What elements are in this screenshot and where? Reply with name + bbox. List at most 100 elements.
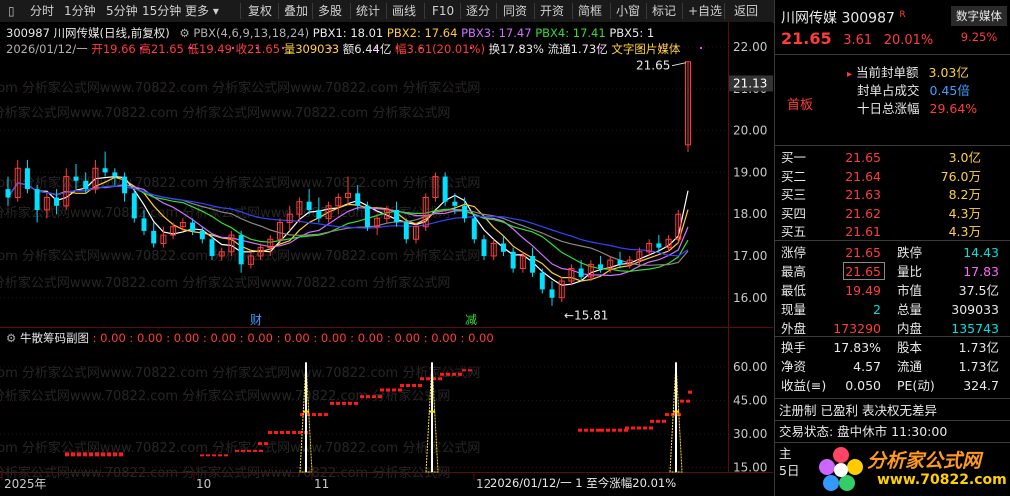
- candle-body: [306, 201, 312, 211]
- candle-body: [510, 251, 516, 269]
- tb-kaizi[interactable]: 开资: [540, 3, 564, 19]
- buy-level-label: 买四: [781, 205, 807, 221]
- chip-bar: [392, 388, 396, 392]
- y-tick-label: 17.00: [733, 249, 767, 263]
- chip-bar: [600, 428, 604, 432]
- pbx2-value: PBX2: 17.64: [386, 26, 458, 40]
- watermark-text: com 分析家公式网www.70822.com 分析家公式网www.70822.…: [0, 365, 480, 381]
- buy-level-label: 买三: [781, 187, 807, 202]
- chip-bar: [631, 426, 635, 430]
- candle-body: [549, 289, 555, 298]
- price-change-pct: 20.01%: [883, 33, 934, 48]
- industry-tag[interactable]: 数字媒体: [951, 6, 1007, 26]
- buy-level-volume: 4.3万: [948, 205, 981, 221]
- tb-adjust[interactable]: 复权: [248, 3, 272, 19]
- chip-bar: [662, 419, 666, 423]
- buy-level-volume: 8.2万: [948, 187, 981, 202]
- chip-bar: [412, 383, 416, 387]
- chip-bar: [420, 377, 424, 381]
- chip-bar: [107, 452, 111, 457]
- tb-f10[interactable]: F10: [432, 3, 454, 19]
- watermark-text: com 分析家公式网www.70822.com 分析家公式网www.70822.…: [0, 105, 450, 121]
- chart-title: 300987 川网传媒(日线,前复权): [6, 26, 170, 40]
- stat-value: 19.49: [845, 283, 881, 298]
- stat-value: 37.5亿: [958, 283, 999, 298]
- stock-header: 川网传媒 300987 R: [781, 6, 906, 27]
- tb-small-window[interactable]: 小窗: [616, 3, 640, 19]
- candle-body: [199, 230, 205, 240]
- x-status: 2026/01/12/一 1 至今涨幅20.01%: [490, 476, 677, 490]
- y-tick-label: 16.00: [733, 291, 767, 305]
- candle-body: [598, 264, 604, 269]
- chip-bar: [618, 428, 622, 432]
- first-board-label: 首板: [787, 98, 814, 113]
- bar-open: 开19.66: [91, 42, 136, 56]
- tb-stats[interactable]: 统计: [356, 3, 380, 19]
- kline-chart[interactable]: com 分析家公式网www.70822.com 分析家公式网www.70822.…: [0, 22, 773, 496]
- chip-bar: [235, 449, 239, 452]
- tb-back[interactable]: 返回: [734, 3, 758, 19]
- tb-zhufen[interactable]: 逐分: [466, 3, 490, 19]
- candle-body: [102, 168, 108, 173]
- pbx-settings-icon[interactable]: ⚙: [179, 26, 189, 40]
- chip-bar: [398, 388, 402, 392]
- tb-add-watch[interactable]: +自选: [688, 3, 722, 19]
- tb-more[interactable]: 更多 ▾: [185, 3, 219, 19]
- tb-15min[interactable]: 15分钟: [142, 3, 181, 19]
- y-tick-label: 19.00: [733, 165, 767, 179]
- candle-body: [83, 180, 89, 190]
- tb-intraday[interactable]: 分时: [30, 3, 54, 19]
- chip-bar: [596, 428, 600, 432]
- candle-body: [151, 230, 157, 244]
- chip-bar: [71, 452, 75, 457]
- industry-pct: 9.25%: [960, 30, 998, 44]
- seal-amount-row: ▸ 当前封单额 3.03亿: [847, 65, 969, 80]
- bar-volume: 量309033: [283, 42, 340, 56]
- sub-y-tick-label: 15.00: [733, 461, 767, 475]
- chip-bar: [253, 449, 257, 452]
- indicator-settings-icon[interactable]: ⚙: [6, 331, 16, 345]
- stat-value: 309033: [951, 302, 999, 317]
- tb-tongzi[interactable]: 同资: [503, 3, 527, 19]
- y-tick-label: 20.00: [733, 124, 767, 138]
- chip-bar: [360, 395, 364, 399]
- candle-body: [617, 260, 623, 265]
- logo-url: www.70822.com: [877, 472, 1007, 488]
- chip-bar: [218, 454, 222, 457]
- tb-multi[interactable]: 多股: [318, 3, 342, 19]
- bar-low: 低19.49: [187, 42, 232, 56]
- chip-bar: [650, 419, 654, 423]
- chip-bar: [649, 426, 653, 430]
- candle-body: [5, 189, 11, 198]
- stat-value: 21.65: [845, 245, 881, 260]
- x-tick-label: 10: [196, 477, 211, 491]
- candle-body: [131, 193, 137, 219]
- bar-float: 流通1.73亿: [547, 42, 608, 56]
- bar-close: 收21.65: [235, 42, 281, 56]
- tb-mark[interactable]: 标记: [652, 3, 676, 19]
- chip-bar: [380, 388, 384, 392]
- expand-icon[interactable]: ▯: [8, 3, 15, 19]
- chip-bar: [113, 452, 117, 457]
- site-logo: 分析家公式网 www.70822.com: [815, 444, 1009, 494]
- chip-bar: [259, 449, 263, 452]
- chip-bar: [83, 452, 87, 457]
- tb-overlay[interactable]: 叠加: [284, 3, 308, 19]
- candle-body: [539, 272, 545, 290]
- y-tick-label: 18.00: [733, 207, 767, 221]
- chart-header-line2: 2026/01/12/一 开19.66 高21.65 低19.49 收21.65…: [6, 41, 680, 57]
- candle-body: [316, 210, 322, 219]
- candle-body: [141, 218, 147, 231]
- tb-jiankuang[interactable]: 简框: [578, 3, 602, 19]
- fin-label: 股本: [897, 340, 923, 355]
- candle-body: [34, 189, 40, 211]
- fin-label: 净资: [781, 359, 807, 374]
- chip-bar: [330, 401, 334, 405]
- tb-5min[interactable]: 5分钟: [106, 3, 138, 19]
- candle-body: [481, 239, 487, 256]
- tb-1min[interactable]: 1分钟: [64, 3, 96, 19]
- buy-level-label: 买一: [781, 150, 807, 165]
- tb-draw[interactable]: 画线: [392, 3, 416, 19]
- candle-body: [656, 243, 662, 248]
- candle-body: [54, 197, 60, 206]
